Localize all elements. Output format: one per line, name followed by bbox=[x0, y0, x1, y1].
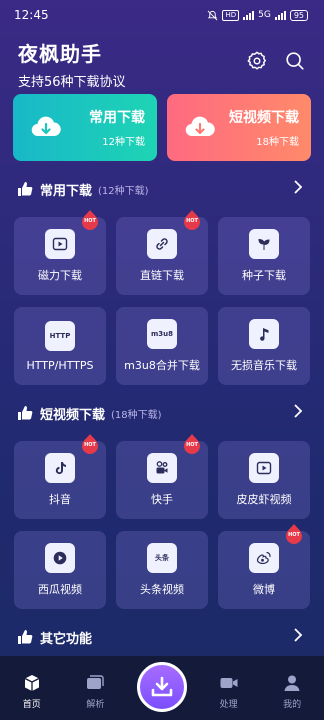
kuaishou-icon bbox=[147, 453, 177, 483]
download-fab-button[interactable] bbox=[137, 662, 187, 712]
section-short-count: (18种下载) bbox=[111, 409, 162, 421]
chevron-right-icon[interactable] bbox=[292, 179, 304, 199]
app-subtitle: 支持56种下载协议 bbox=[18, 75, 126, 90]
hot-label: HOT bbox=[186, 218, 198, 224]
app-header: 夜枫助手 支持56种下载协议 bbox=[0, 30, 324, 90]
douyin-icon bbox=[45, 453, 75, 483]
play-square-icon bbox=[45, 229, 75, 259]
hot-label: HOT bbox=[84, 442, 96, 448]
video-camera-icon bbox=[220, 678, 238, 688]
tile-label: 快手 bbox=[151, 493, 173, 506]
tile-label: 西瓜视频 bbox=[38, 583, 82, 596]
sprout-icon bbox=[249, 229, 279, 259]
section-common-title: 常用下载 bbox=[40, 183, 93, 199]
chevron-right-icon[interactable] bbox=[292, 627, 304, 647]
chevron-right-icon[interactable] bbox=[292, 403, 304, 423]
tile-label: 磁力下载 bbox=[38, 269, 82, 282]
nav-label: 我的 bbox=[283, 700, 302, 710]
tile-label: 微博 bbox=[253, 583, 275, 596]
status-icons: HD 5G 95 bbox=[207, 9, 308, 21]
signal-icon bbox=[243, 10, 255, 20]
thumbs-up-icon bbox=[18, 182, 33, 196]
thumbs-up-icon bbox=[18, 630, 33, 644]
battery-icon: 95 bbox=[289, 9, 308, 21]
section-common-count: (12种下载) bbox=[98, 185, 149, 197]
cards-icon bbox=[87, 675, 105, 689]
tile-http-download[interactable]: HTTP HTTP/HTTPS bbox=[14, 307, 106, 385]
download-tray-icon bbox=[151, 676, 173, 697]
tile-label: 抖音 bbox=[49, 493, 71, 506]
tile-label: m3u8合并下载 bbox=[124, 359, 200, 372]
common-download-grid: HOT 磁力下载 HOT 直链下载 种子下载 HTTP HTTP/HTTPS m… bbox=[0, 210, 324, 385]
network-badge: HD bbox=[222, 9, 240, 21]
common-download-card[interactable]: 常用下载 12种下载 bbox=[13, 94, 157, 161]
tile-xigua[interactable]: 西瓜视频 bbox=[14, 531, 106, 609]
network-type: 5G bbox=[258, 10, 271, 20]
home-cube-icon bbox=[24, 675, 40, 691]
nav-label: 首页 bbox=[22, 700, 41, 710]
tile-m3u8-download[interactable]: m3u8 m3u8合并下载 bbox=[116, 307, 208, 385]
section-short-header[interactable]: 短视频下载 (18种下载) bbox=[0, 397, 324, 429]
hot-label: HOT bbox=[84, 218, 96, 224]
hot-label: HOT bbox=[288, 532, 300, 538]
tile-weibo[interactable]: HOT 微博 bbox=[218, 524, 310, 609]
section-common-header[interactable]: 常用下载 (12种下载) bbox=[0, 173, 324, 205]
short-video-download-count: 18种下载 bbox=[256, 137, 299, 148]
search-icon[interactable] bbox=[284, 50, 306, 72]
cloud-download-icon bbox=[185, 116, 215, 136]
nav-parse[interactable]: 解析 bbox=[70, 673, 120, 710]
tile-label: 头条视频 bbox=[140, 583, 184, 596]
tile-toutiao[interactable]: 头条 头条视频 bbox=[116, 531, 208, 609]
short-video-download-title: 短视频下载 bbox=[229, 110, 299, 126]
tile-label: 皮皮虾视频 bbox=[236, 493, 292, 506]
nav-label: 解析 bbox=[86, 700, 105, 710]
common-download-title: 常用下载 bbox=[89, 110, 145, 126]
common-download-count: 12种下载 bbox=[102, 137, 145, 148]
play-circle-icon bbox=[45, 543, 75, 573]
short-video-grid: HOT 抖音 HOT 快手 皮皮虾视频 西瓜视频 头条 头条视频 HOT 微博 bbox=[0, 434, 324, 609]
hot-label: HOT bbox=[186, 442, 198, 448]
tile-pipixia[interactable]: 皮皮虾视频 bbox=[218, 441, 310, 519]
settings-gear-icon[interactable] bbox=[246, 50, 268, 72]
cloud-download-icon bbox=[31, 116, 61, 136]
tile-magnet-download[interactable]: HOT 磁力下载 bbox=[14, 210, 106, 295]
status-bar: 12:45 HD 5G 95 bbox=[0, 0, 324, 30]
tile-lossless-music-download[interactable]: 无损音乐下载 bbox=[218, 307, 310, 385]
signal-icon-2 bbox=[274, 10, 286, 20]
nav-home[interactable]: 首页 bbox=[7, 673, 57, 710]
tile-label: 种子下载 bbox=[242, 269, 286, 282]
thumbs-up-icon bbox=[18, 406, 33, 420]
app-title: 夜枫助手 bbox=[18, 42, 102, 66]
short-video-download-card[interactable]: 短视频下载 18种下载 bbox=[167, 94, 311, 161]
music-note-icon bbox=[249, 319, 279, 349]
link-icon bbox=[147, 229, 177, 259]
http-icon: HTTP bbox=[45, 320, 75, 351]
tile-label: 无损音乐下载 bbox=[231, 359, 297, 372]
section-other-header[interactable]: 其它功能 bbox=[0, 621, 324, 653]
nav-process[interactable]: 处理 bbox=[204, 673, 254, 710]
quick-download-cards: 常用下载 12种下载 短视频下载 18种下载 bbox=[0, 94, 324, 161]
user-icon bbox=[284, 675, 300, 691]
mute-bell-icon bbox=[208, 10, 218, 20]
m3u8-icon: m3u8 bbox=[147, 319, 177, 349]
nav-profile[interactable]: 我的 bbox=[267, 673, 317, 710]
status-time: 12:45 bbox=[14, 8, 49, 22]
section-short-title: 短视频下载 bbox=[40, 407, 106, 423]
toutiao-icon: 头条 bbox=[147, 543, 177, 573]
play-square-icon bbox=[249, 453, 279, 483]
section-other-title: 其它功能 bbox=[40, 631, 93, 647]
tile-label: HTTP/HTTPS bbox=[26, 358, 94, 372]
weibo-icon bbox=[249, 543, 279, 573]
tile-kuaishou[interactable]: HOT 快手 bbox=[116, 434, 208, 519]
tile-direct-link-download[interactable]: HOT 直链下载 bbox=[116, 210, 208, 295]
tile-douyin[interactable]: HOT 抖音 bbox=[14, 434, 106, 519]
tile-torrent-download[interactable]: 种子下载 bbox=[218, 217, 310, 295]
nav-label: 处理 bbox=[219, 700, 238, 710]
tile-label: 直链下载 bbox=[140, 269, 184, 282]
